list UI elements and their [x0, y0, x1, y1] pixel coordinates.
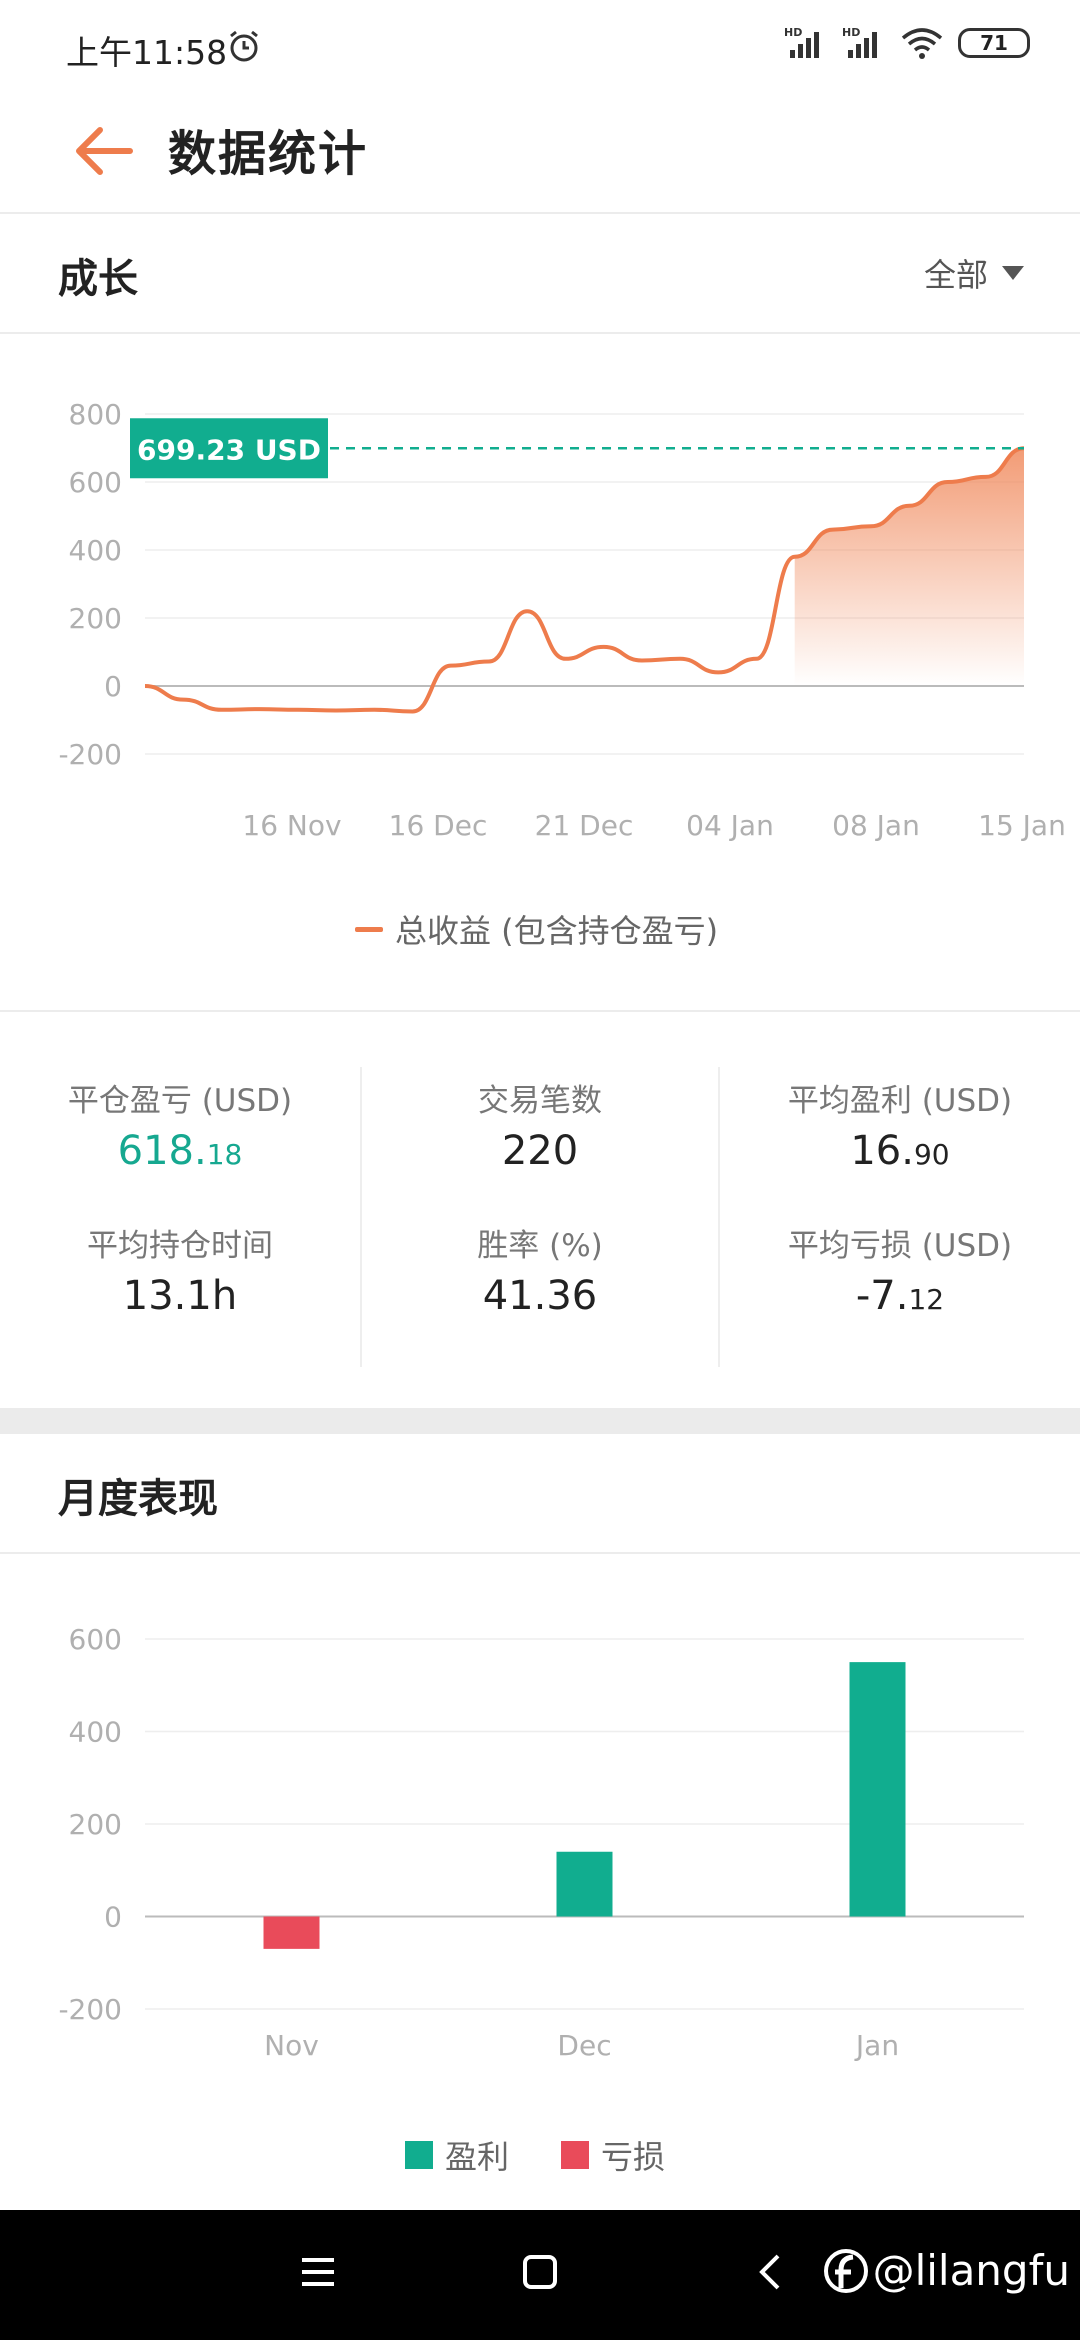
stat-label: 平均亏损 (USD)	[787, 1228, 1013, 1264]
signal-icon-2: HD	[842, 26, 877, 58]
signal-icon: HD	[784, 26, 819, 58]
growth-section-header: 成长 全部	[0, 214, 1080, 334]
dropdown-triangle-icon	[1002, 266, 1024, 280]
y-tick-label: 600	[69, 466, 122, 499]
stat-value-dec: 90	[913, 1138, 950, 1171]
stat-label: 交易笔数	[478, 1083, 602, 1119]
x-tick-label: 08 Jan	[832, 809, 920, 842]
legend-line-swatch	[355, 926, 383, 932]
stat-label: 平仓盈亏 (USD)	[67, 1083, 293, 1119]
y-tick-label: 600	[69, 1623, 122, 1656]
back-arrow-icon[interactable]	[70, 116, 140, 186]
x-tick-label: Jan	[854, 2029, 899, 2062]
x-tick-label: 21 Dec	[535, 809, 634, 842]
wifi-icon	[901, 28, 943, 59]
y-tick-label: -200	[58, 738, 122, 771]
stat-value-int: 618.	[117, 1128, 207, 1174]
stat-avg-hold: 平均持仓时间 13.1h	[0, 1220, 360, 1319]
stat-avg-loss: 平均亏损 (USD) -7.12	[720, 1220, 1080, 1319]
stat-value-dec: 12	[908, 1283, 945, 1316]
x-tick-label: 16 Dec	[389, 809, 488, 842]
x-tick-label: 16 Nov	[242, 809, 341, 842]
monthly-section-header: 月度表现	[0, 1434, 1080, 1554]
stat-value: 220	[501, 1128, 579, 1174]
stat-value-dec: 18	[206, 1138, 243, 1171]
growth-chart-svg: 800 600 400 200 0 -200 699.23 USD 16 Nov 16 De…	[58, 398, 1066, 842]
alarm-icon	[230, 30, 258, 62]
legend-profit-swatch	[405, 2141, 433, 2169]
section-divider	[0, 1408, 1080, 1434]
menu-icon[interactable]	[300, 2252, 336, 2292]
stats-panel: 平仓盈亏 (USD) 618.18 平均持仓时间 13.1h 交易笔数 220 …	[0, 1010, 1080, 1408]
stat-value: 41.36	[482, 1273, 598, 1319]
status-bar: 上午11:58 HD HD 71	[0, 0, 1080, 96]
system-nav-bar: @lilangfu	[0, 2210, 1080, 2340]
stat-value-int: 16.	[850, 1128, 914, 1174]
x-tick-label: 04 Jan	[686, 809, 774, 842]
battery-level: 71	[980, 31, 1008, 55]
y-tick-label: 200	[69, 602, 122, 635]
y-tick-label: 0	[104, 670, 122, 703]
monthly-title: 月度表现	[58, 1476, 218, 1522]
svg-text:HD: HD	[784, 26, 802, 39]
stat-value: 13.1h	[122, 1273, 238, 1319]
svg-text:HD: HD	[842, 26, 860, 39]
stats-column-3: 平均盈利 (USD) 16.90 平均亏损 (USD) -7.12	[720, 1067, 1080, 1367]
monthly-chart-svg: 600 400 200 0 -200 Nov Dec Jan	[58, 1623, 1024, 2062]
y-tick-label: 400	[69, 534, 122, 567]
stat-avg-profit: 平均盈利 (USD) 16.90	[720, 1075, 1080, 1174]
stat-win-rate: 胜率 (%) 41.36	[362, 1220, 718, 1319]
y-tick-label: -200	[58, 1993, 122, 2026]
legend-loss-swatch	[561, 2141, 590, 2169]
bar-nov	[263, 1916, 320, 1949]
monthly-chart: 600 400 200 0 -200 Nov Dec Jan 盈利 亏损	[0, 1554, 1080, 2210]
app-header: 数据统计	[0, 96, 1080, 214]
growth-area-fill	[794, 448, 1024, 686]
x-tick-label: Dec	[557, 2029, 611, 2062]
y-tick-label: 400	[69, 1716, 122, 1749]
stat-value: 618.18	[0, 1128, 360, 1174]
weibo-logo-icon	[823, 2248, 868, 2293]
stats-column-1: 平仓盈亏 (USD) 618.18 平均持仓时间 13.1h	[0, 1067, 360, 1367]
stat-value: -7.12	[720, 1273, 1080, 1319]
y-tick-label: 200	[69, 1808, 122, 1841]
y-tick-label: 800	[69, 398, 122, 431]
stat-value-int: -7.	[855, 1273, 909, 1319]
battery-indicator: 71	[958, 28, 1030, 58]
growth-legend: 总收益 (包含持仓盈亏)	[355, 906, 718, 952]
x-tick-label: 15 Jan	[978, 809, 1066, 842]
legend-loss-label: 亏损	[601, 2138, 666, 2176]
stat-closed-pnl: 平仓盈亏 (USD) 618.18	[0, 1075, 360, 1174]
home-square-icon[interactable]	[522, 2252, 558, 2292]
growth-title: 成长	[58, 256, 138, 302]
page-title: 数据统计	[168, 126, 369, 182]
status-time: 上午11:58	[66, 33, 228, 72]
current-value-label: 699.23 USD	[137, 433, 321, 466]
stat-label: 平均持仓时间	[87, 1228, 273, 1264]
y-tick-label: 0	[104, 1901, 122, 1934]
x-tick-label: Nov	[264, 2029, 319, 2062]
stats-column-2: 交易笔数 220 胜率 (%) 41.36	[360, 1067, 720, 1367]
growth-chart: 800 600 400 200 0 -200 699.23 USD 16 Nov 16 De…	[0, 334, 1080, 1010]
stat-label: 平均盈利 (USD)	[787, 1083, 1013, 1119]
range-filter-label: 全部	[923, 256, 988, 294]
legend-profit-label: 盈利	[445, 2138, 510, 2176]
stat-trades: 交易笔数 220	[362, 1075, 718, 1174]
stat-label: 胜率 (%)	[477, 1228, 603, 1264]
monthly-legend: 盈利 亏损	[405, 2132, 665, 2178]
growth-legend-label: 总收益 (包含持仓盈亏)	[395, 912, 719, 950]
bar-dec	[556, 1851, 613, 1917]
watermark: @lilangfu	[823, 2246, 1070, 2295]
bar-jan	[849, 1662, 906, 1917]
back-chevron-icon[interactable]	[752, 2252, 788, 2292]
stat-value: 16.90	[720, 1128, 1080, 1174]
watermark-text: @lilangfu	[872, 2246, 1070, 2295]
range-filter-dropdown[interactable]: 全部	[924, 250, 1024, 296]
